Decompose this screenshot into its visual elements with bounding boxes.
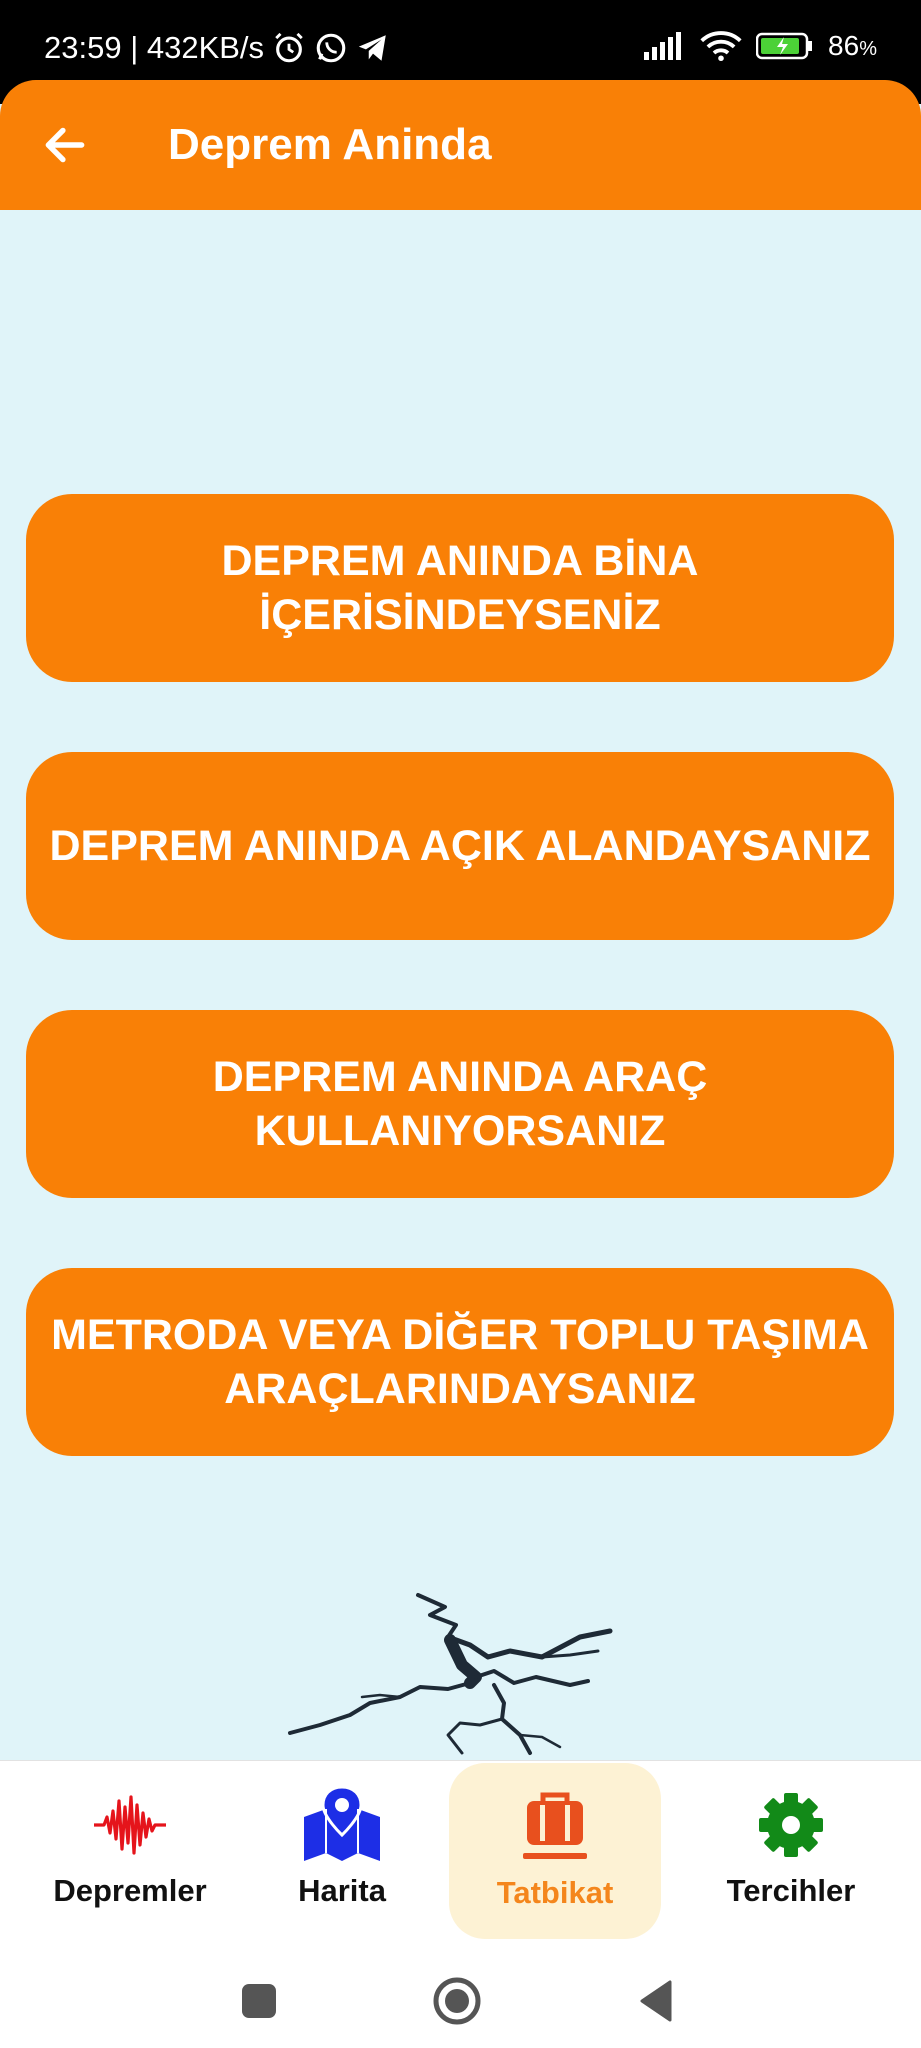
app-bar: Deprem Aninda <box>0 80 921 210</box>
system-navigation-bar <box>0 1952 921 2048</box>
ground-crack-illustration <box>288 1593 613 1755</box>
gear-icon <box>759 1793 823 1857</box>
nav-label-tatbikat: Tatbikat <box>496 1875 614 1910</box>
nav-label-harita: Harita <box>298 1873 386 1908</box>
nav-item-tercihler[interactable]: Tercihler <box>685 1761 897 1937</box>
signal-icon <box>644 32 682 60</box>
public-transport-line1: METRODA VEYA DİĞER TOPLU TAŞIMA <box>51 1311 869 1359</box>
briefcase-icon <box>523 1792 587 1859</box>
inside-building-button[interactable]: DEPREM ANINDA BİNA İÇERİSİNDEYSENİZ <box>26 494 894 682</box>
map-icon <box>304 1785 380 1861</box>
bottom-navigation: Depremler Harita Tatbikat Tercihler <box>0 1760 921 1953</box>
nav-label-tercihler: Tercihler <box>726 1873 856 1908</box>
home-button[interactable] <box>430 1974 484 2028</box>
triangle-back-icon <box>640 1980 672 2022</box>
seismic-wave-icon <box>94 1795 166 1855</box>
circle-home-icon <box>433 1977 481 2025</box>
status-time-speed: 23:59 | 432KB/s <box>44 30 265 65</box>
nav-item-tatbikat[interactable]: Tatbikat <box>449 1763 661 1939</box>
nav-item-harita[interactable]: Harita <box>236 1761 448 1937</box>
nav-label-depremler: Depremler <box>53 1873 207 1908</box>
battery-percent: 86 <box>828 30 860 61</box>
back-button[interactable] <box>40 120 90 170</box>
open-area-label: DEPREM ANINDA AÇIK ALANDAYSANIZ <box>49 822 871 870</box>
driving-vehicle-line1: DEPREM ANINDA ARAÇ <box>212 1053 708 1101</box>
nav-item-depremler[interactable]: Depremler <box>24 1761 236 1937</box>
battery-level: 86% <box>828 30 877 62</box>
wifi-icon <box>700 31 742 62</box>
battery-icon <box>756 32 813 60</box>
driving-vehicle-button[interactable]: DEPREM ANINDA ARAÇ KULLANIYORSANIZ <box>26 1010 894 1198</box>
open-area-button[interactable]: DEPREM ANINDA AÇIK ALANDAYSANIZ <box>26 752 894 940</box>
public-transport-button[interactable]: METRODA VEYA DİĞER TOPLU TAŞIMA ARAÇLARI… <box>26 1268 894 1456</box>
driving-vehicle-line2: KULLANIYORSANIZ <box>254 1107 666 1155</box>
back-nav-button[interactable] <box>630 1974 684 2028</box>
status-left: 23:59 | 432KB/s <box>44 30 390 66</box>
inside-building-line1: DEPREM ANINDA BİNA <box>221 537 699 585</box>
public-transport-line2: ARAÇLARINDAYSANIZ <box>224 1365 696 1413</box>
whatsapp-icon <box>316 33 346 63</box>
public-transport-label: METRODA VEYA DİĞER TOPLU TAŞIMA ARAÇLARI… <box>51 1308 869 1416</box>
battery-unit: % <box>859 38 877 60</box>
driving-vehicle-label: DEPREM ANINDA ARAÇ KULLANIYORSANIZ <box>213 1050 708 1158</box>
recents-button[interactable] <box>232 1974 286 2028</box>
square-icon <box>242 1984 276 2018</box>
page-title: Deprem Aninda <box>168 120 492 169</box>
inside-building-line2: İÇERİSİNDEYSENİZ <box>259 591 661 639</box>
alarm-icon <box>275 32 303 63</box>
arrow-back-icon <box>45 127 85 163</box>
telegram-icon <box>358 35 386 61</box>
status-right: 86% <box>644 30 877 62</box>
inside-building-label: DEPREM ANINDA BİNA İÇERİSİNDEYSENİZ <box>222 534 699 642</box>
